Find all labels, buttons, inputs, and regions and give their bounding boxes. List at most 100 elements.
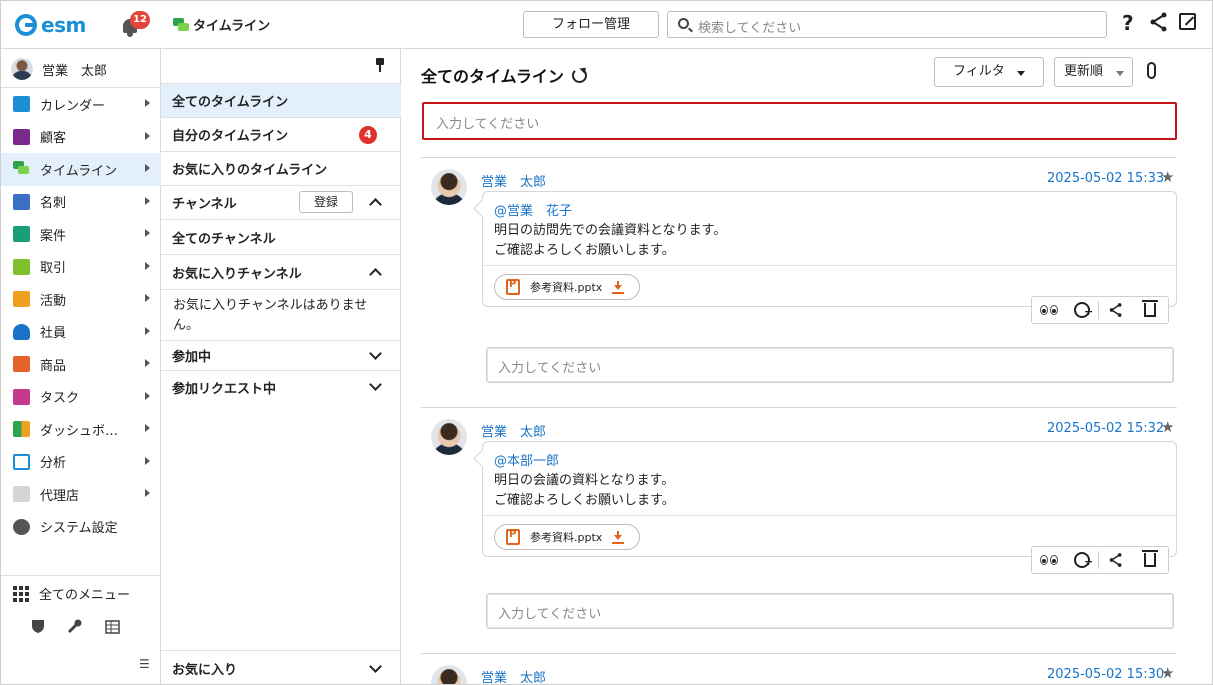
- star-icon[interactable]: ★: [1161, 664, 1174, 682]
- user-name: 営業 太郎: [42, 63, 108, 79]
- filter-button[interactable]: フィルタ: [934, 57, 1044, 87]
- joined-section-header[interactable]: 参加中: [161, 341, 401, 371]
- my-timeline-item[interactable]: 自分のタイムライン 4: [161, 118, 401, 152]
- post-author[interactable]: 営業 太郎: [481, 421, 546, 440]
- sidebar-item-deal[interactable]: 案件: [1, 218, 161, 251]
- sidebar-item-label: 取引: [40, 261, 67, 277]
- sidebar-item-customer[interactable]: 顧客: [1, 121, 161, 154]
- avatar[interactable]: [431, 169, 467, 205]
- timeline-post: 営業 太郎 2025-05-02 15:30 ★: [421, 653, 1181, 684]
- chevron-right-icon: [145, 359, 150, 367]
- post-actions: [1031, 296, 1169, 324]
- search-input[interactable]: 検索してください: [667, 11, 1107, 38]
- sidebar-item-label: ダッシュボ…: [40, 423, 119, 439]
- attachment-chip[interactable]: 参考資料.pptx: [494, 274, 640, 300]
- post-author[interactable]: 営業 太郎: [481, 667, 546, 684]
- user-profile[interactable]: 営業 太郎: [11, 58, 107, 80]
- attachment-chip[interactable]: 参考資料.pptx: [494, 524, 640, 550]
- help-icon[interactable]: ?: [1122, 11, 1134, 35]
- post-text-line: ご確認よろしくお願いします。: [494, 493, 675, 508]
- notification-badge: 12: [130, 11, 150, 29]
- chevron-up-icon[interactable]: [369, 198, 382, 211]
- download-icon[interactable]: [612, 530, 625, 544]
- table-icon[interactable]: [105, 619, 120, 634]
- eyes-reaction-icon[interactable]: [1032, 547, 1066, 573]
- paperclip-icon[interactable]: [1147, 62, 1156, 79]
- new-post-input[interactable]: 入力してください: [422, 102, 1177, 140]
- timeline-icon: [13, 161, 30, 177]
- sidebar-item-label: 名刺: [40, 196, 67, 212]
- channel-label: チャンネル: [172, 197, 237, 212]
- share-icon[interactable]: [1149, 11, 1169, 33]
- sidebar-item-analysis[interactable]: 分析: [1, 446, 161, 479]
- all-channels-item[interactable]: 全てのチャンネル: [161, 220, 401, 255]
- mention-link[interactable]: @営業 花子: [494, 200, 572, 219]
- download-icon[interactable]: [612, 280, 625, 294]
- joined-label: 参加中: [172, 350, 212, 365]
- favorite-channels-header[interactable]: お気に入りチャンネル: [161, 255, 401, 290]
- register-channel-button[interactable]: 登録: [299, 191, 353, 213]
- sidebar-item-label: タスク: [40, 391, 80, 407]
- sidebar-item-transaction[interactable]: 取引: [1, 251, 161, 284]
- trash-icon[interactable]: [1133, 297, 1167, 323]
- all-menu-label: 全てのメニュー: [39, 588, 131, 603]
- collapse-sidebar-icon[interactable]: ☰: [139, 657, 150, 671]
- join-requests-section-header[interactable]: 参加リクエスト中: [161, 371, 401, 403]
- shield-icon[interactable]: [31, 619, 45, 634]
- wrench-icon[interactable]: [67, 619, 83, 634]
- favorite-timeline-item[interactable]: お気に入りのタイムライン: [161, 152, 401, 186]
- all-menu-button[interactable]: 全てのメニュー: [13, 584, 130, 603]
- post-date: 2025-05-02 15:33: [1047, 171, 1165, 186]
- post-date: 2025-05-02 15:32: [1047, 421, 1165, 436]
- esm-logo[interactable]: esm: [15, 11, 86, 39]
- sidebar-item-label: 代理店: [40, 488, 80, 504]
- pin-icon[interactable]: [375, 58, 385, 72]
- timeline-list-panel: 全てのタイムライン 自分のタイムライン 4 お気に入りのタイムライン チャンネル…: [161, 49, 401, 684]
- sidebar-item-agency[interactable]: 代理店: [1, 478, 161, 511]
- reply-input[interactable]: 入力してください: [486, 593, 1174, 629]
- my-timeline-label: 自分のタイムライン: [172, 129, 289, 144]
- sidebar-item-business-card[interactable]: 名刺: [1, 186, 161, 219]
- share-icon[interactable]: [1099, 297, 1133, 323]
- sidebar-item-timeline[interactable]: タイムライン: [1, 153, 161, 186]
- chevron-right-icon: [145, 456, 150, 465]
- post-date: 2025-05-02 15:30: [1047, 667, 1165, 682]
- sidebar-item-activity[interactable]: 活動: [1, 283, 161, 316]
- chevron-down-icon: [369, 347, 382, 360]
- sort-label: 更新順: [1064, 64, 1104, 79]
- eyes-reaction-icon[interactable]: [1032, 297, 1066, 323]
- sort-dropdown[interactable]: 更新順: [1054, 57, 1133, 87]
- reply-input[interactable]: 入力してください: [486, 347, 1174, 383]
- avatar[interactable]: [431, 665, 467, 684]
- add-reaction-icon[interactable]: [1066, 547, 1098, 573]
- chevron-right-icon: [145, 489, 150, 497]
- post-author[interactable]: 営業 太郎: [481, 171, 546, 190]
- all-timeline-item[interactable]: 全てのタイムライン: [161, 84, 401, 118]
- external-link-icon[interactable]: [1179, 13, 1196, 30]
- sidebar-item-product[interactable]: 商品: [1, 348, 161, 381]
- mention-link[interactable]: @本部一郎: [494, 450, 559, 469]
- star-icon[interactable]: ★: [1161, 168, 1174, 186]
- chevron-right-icon: [145, 261, 150, 270]
- attachment-name: 参考資料.pptx: [530, 281, 603, 294]
- favorites-section-header[interactable]: お気に入り: [161, 650, 401, 684]
- chevron-right-icon: [145, 294, 150, 302]
- sidebar-item-calendar[interactable]: カレンダー: [1, 88, 161, 121]
- sidebar-item-task[interactable]: タスク: [1, 381, 161, 414]
- pptx-file-icon: [506, 279, 520, 295]
- sidebar-item-dashboard[interactable]: ダッシュボ…: [1, 413, 161, 446]
- star-icon[interactable]: ★: [1161, 418, 1174, 436]
- trash-icon[interactable]: [1133, 547, 1167, 573]
- sidebar-item-label: 活動: [40, 293, 67, 309]
- filter-label: フィルタ: [953, 64, 1005, 79]
- refresh-icon[interactable]: [571, 67, 587, 83]
- follow-management-button[interactable]: フォロー管理: [523, 11, 659, 38]
- add-reaction-icon[interactable]: [1066, 297, 1098, 323]
- sidebar-item-employee[interactable]: 社員: [1, 316, 161, 349]
- timeline-post: 営業 太郎 2025-05-02 15:32 ★ @本部一郎 明日の会議の資料と…: [421, 407, 1181, 654]
- avatar[interactable]: [431, 419, 467, 455]
- share-icon[interactable]: [1099, 547, 1133, 573]
- sidebar-item-system-settings[interactable]: システム設定: [1, 511, 161, 544]
- deal-icon: [13, 226, 30, 243]
- chevron-right-icon: [145, 164, 150, 172]
